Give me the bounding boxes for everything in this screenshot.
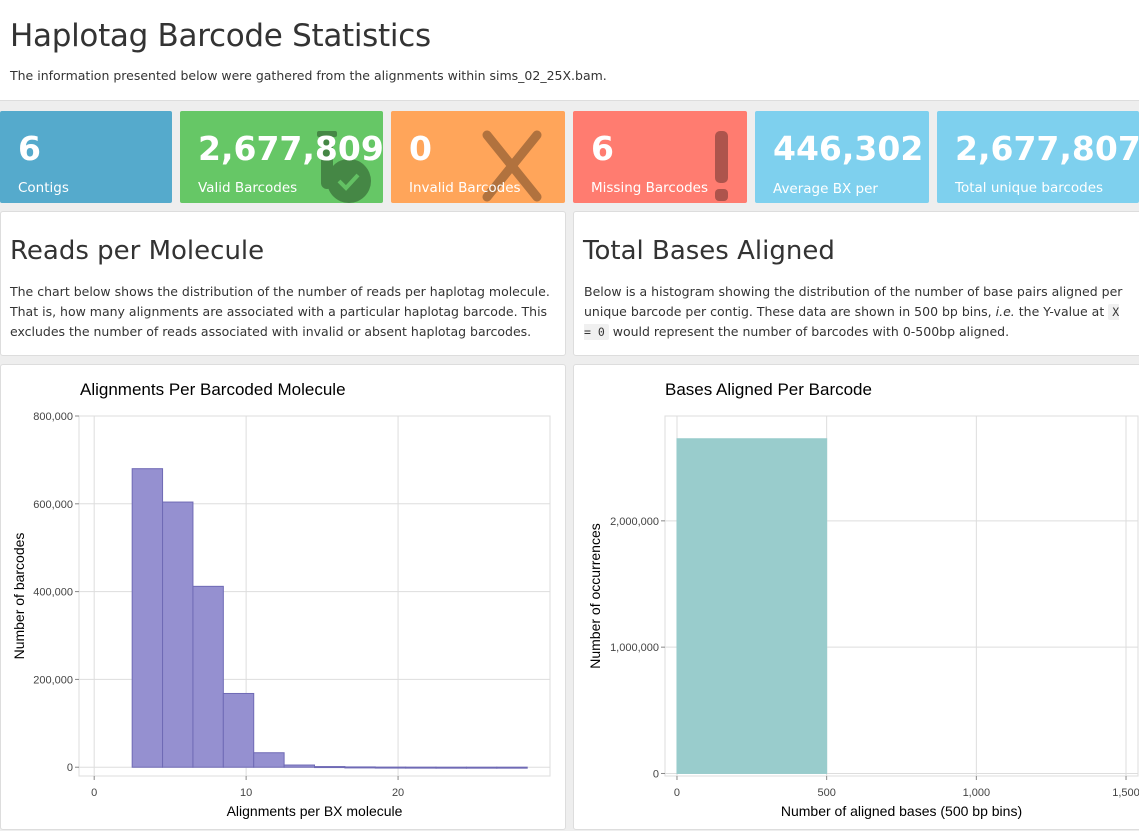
histogram-bar [314,766,346,769]
y-tick-label: 1,000,000 [610,642,659,654]
card-title: Total Bases Aligned [583,236,835,266]
value-box-caption: Missing Barcodes [591,180,709,196]
value-box-valid-barcodes: 2,677,809 Valid Barcodes [180,111,383,203]
histogram-bar [162,501,194,768]
y-tick-label: 2,000,000 [610,516,659,528]
x-axis-label: Alignments per BX molecule [227,803,403,819]
histogram-bar [283,764,316,768]
card-title: Reads per Molecule [10,236,265,266]
histogram-bar [496,766,528,769]
value-box-caption: Total unique barcodes [955,180,1104,196]
y-tick-label: 0 [653,768,659,780]
alignments-chart-card: Alignments Per Barcoded Molecule 0 200,000… [0,364,566,830]
page-title: Haplotag Barcode Statistics [10,18,431,54]
histogram-bar [465,766,498,769]
histogram-bar [435,766,467,769]
value-box-missing-barcodes: 6 Missing Barcodes [573,111,747,203]
value-box-invalid-barcodes: 0 Invalid Barcodes [391,111,565,203]
histogram-bar [131,468,164,768]
value-box-value: 2,677,807 [955,129,1139,168]
value-box-total-unique: 2,677,807 Total unique barcodes [937,111,1139,203]
reads-per-molecule-card: Reads per Molecule The chart below shows… [0,211,566,356]
y-tick-label: 800,000 [33,411,73,423]
value-box-value: 446,302 [773,129,924,168]
total-bases-aligned-card: Total Bases Aligned Below is a histogram… [573,211,1139,356]
x-tick-label: 1,000 [963,787,991,799]
x-tick-label: 0 [674,787,680,799]
bases-aligned-chart[interactable]: Bases Aligned Per Barcode 0 1,000,000 2,000… [574,365,1139,829]
value-box-value: 2,677,809 [198,129,383,168]
page-header: Haplotag Barcode Statistics The informat… [0,0,1139,101]
x-axis-label: Number of aligned bases (500 bp bins) [781,803,1022,819]
histogram-bar [405,766,437,769]
y-axis-label: Number of occurrences [587,523,603,669]
value-box-value: 6 [591,129,614,168]
value-box-caption: Invalid Barcodes [409,180,521,196]
x-tick-label: 20 [392,787,404,799]
value-box-caption: Contigs [18,180,69,196]
value-box-caption: Average BX per contig [773,181,878,203]
histogram-bar [344,766,376,769]
histogram-bar [222,692,255,768]
card-description: Below is a histogram showing the distrib… [584,284,1123,340]
page-subtitle: The information presented below were gat… [10,68,607,83]
y-tick-label: 400,000 [33,587,73,599]
value-box-average-bx: 446,302 Average BX per contig [755,111,929,203]
x-tick-label: 500 [817,787,835,799]
value-box-value: 6 [18,129,41,168]
histogram-bar [253,752,285,768]
card-description: The chart below shows the distribution o… [10,284,550,339]
x-tick-label: 0 [91,787,97,799]
histogram-bar [676,438,828,774]
bases-aligned-chart-card: Bases Aligned Per Barcode 0 1,000,000 2,000… [573,364,1139,830]
chart-title: Bases Aligned Per Barcode [665,380,872,399]
histogram-bar [374,766,407,769]
value-box-contigs: 6 Contigs [0,111,172,203]
value-box-value: 0 [409,129,432,168]
histogram-bar [192,585,224,768]
y-tick-label: 0 [67,762,73,774]
y-axis-label: Number of barcodes [11,533,27,660]
y-tick-label: 200,000 [33,674,73,686]
x-tick-label: 10 [240,787,252,799]
value-box-caption: Valid Barcodes [198,180,298,196]
alignments-per-molecule-chart[interactable]: Alignments Per Barcoded Molecule 0 200,000… [1,365,565,829]
x-tick-label: 1,500 [1112,787,1139,799]
chart-title: Alignments Per Barcoded Molecule [80,380,346,399]
y-tick-label: 600,000 [33,499,73,511]
